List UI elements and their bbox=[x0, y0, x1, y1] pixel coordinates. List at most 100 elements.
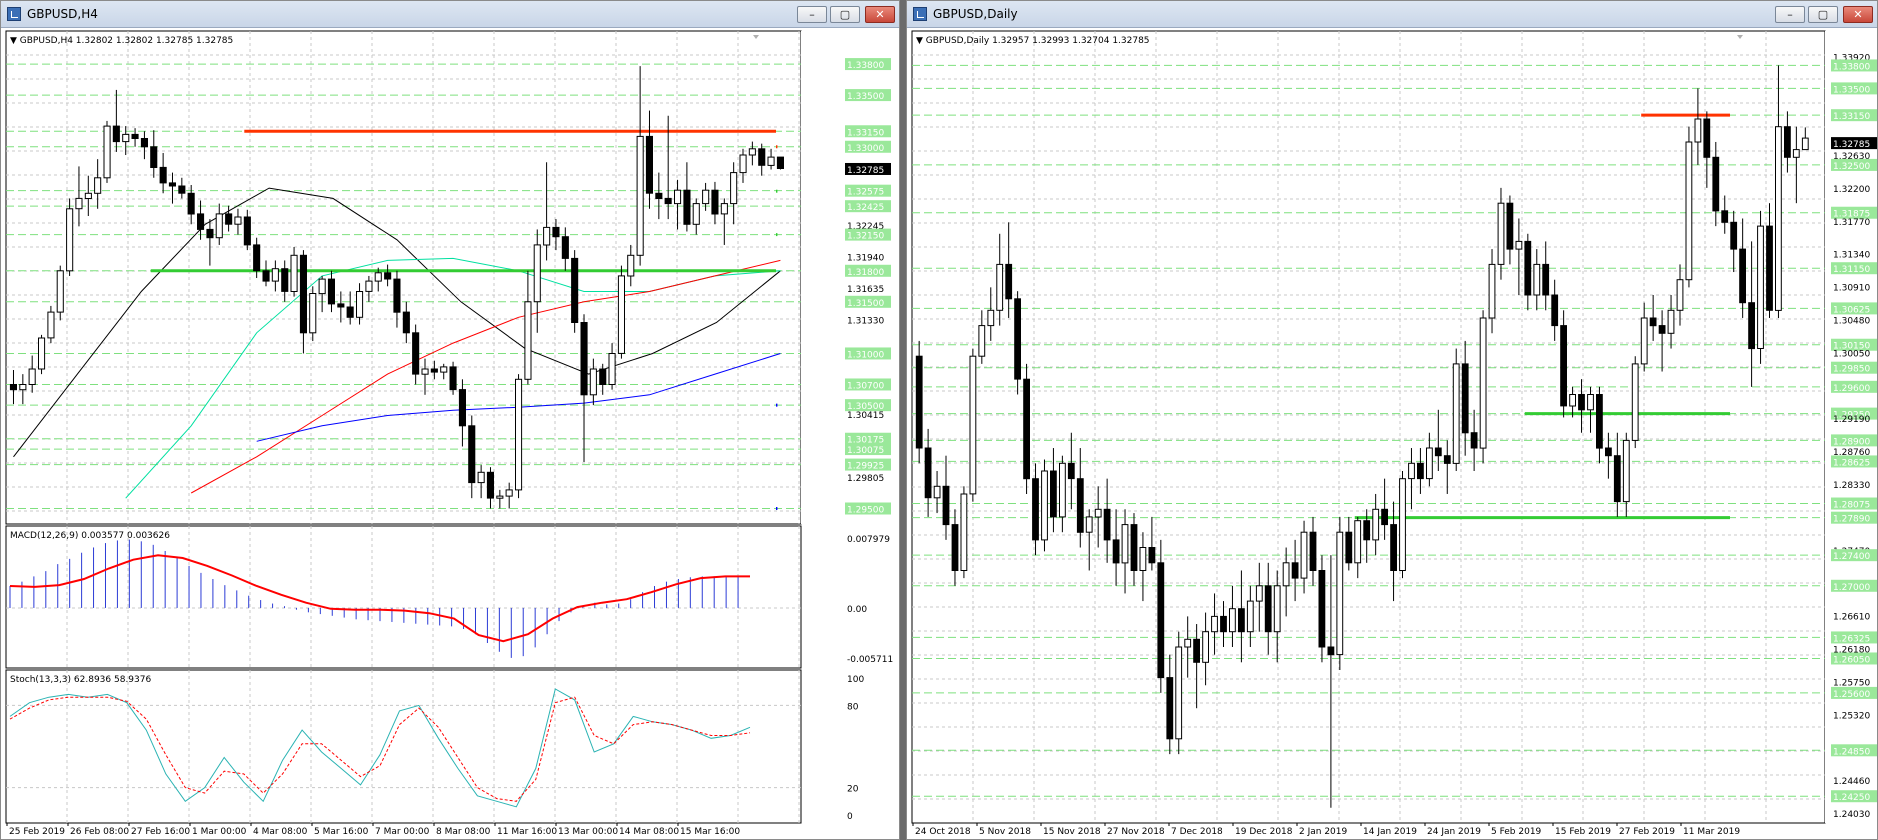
price-tick-label: 1.33150 bbox=[1833, 112, 1870, 122]
candle-bearish bbox=[1363, 520, 1371, 541]
candle-bearish bbox=[1166, 677, 1174, 740]
close-button[interactable]: ✕ bbox=[865, 6, 895, 23]
candle-bearish bbox=[1730, 221, 1738, 250]
stoch-scale-label: 100 bbox=[847, 675, 864, 685]
price-tick-label: 1.33800 bbox=[1833, 62, 1870, 72]
candle-bearish bbox=[1443, 455, 1451, 464]
candle-bearish bbox=[1560, 325, 1568, 407]
candle-bearish bbox=[915, 355, 923, 449]
price-tick-label: 1.27890 bbox=[1833, 515, 1870, 525]
time-axis-label: 11 Mar 16:00 bbox=[497, 827, 557, 837]
time-axis-label: 5 Feb 2019 bbox=[1491, 827, 1542, 837]
candle-bullish bbox=[1515, 240, 1523, 250]
candle-bearish bbox=[1470, 432, 1478, 449]
candle-bullish bbox=[1354, 520, 1362, 564]
h4-chart-area[interactable]: 1.33800 1.33500 1.33150 1.33000 1.32785 1.325… bbox=[1, 27, 899, 839]
price-tick-label: 1.29805 bbox=[847, 474, 884, 484]
candle-bullish bbox=[978, 325, 986, 357]
candle-bearish bbox=[655, 192, 663, 200]
candle-bullish bbox=[1569, 394, 1577, 407]
price-tick-label: 1.32500 bbox=[1833, 162, 1870, 172]
candle-bullish bbox=[543, 226, 551, 246]
candle-bearish bbox=[468, 425, 476, 484]
price-tick-label: 1.31800 bbox=[847, 268, 884, 278]
candle-bearish bbox=[1067, 462, 1075, 480]
chart-window-gbpusd-daily[interactable]: GBPUSD,Daily – ▢ ✕ 1.33920 1.33800 1.33500… bbox=[906, 0, 1878, 840]
time-axis-label: 24 Oct 2018 bbox=[915, 827, 971, 837]
price-tick-label: 1.29190 bbox=[1833, 415, 1870, 425]
candle-bullish bbox=[1085, 516, 1093, 533]
candle-bearish bbox=[402, 311, 410, 334]
candle-bearish bbox=[131, 133, 139, 140]
time-axis-label: 27 Feb 16:00 bbox=[131, 827, 190, 837]
chart-window-icon bbox=[7, 7, 21, 21]
candle-bearish bbox=[1784, 126, 1791, 158]
price-tick-label: 1.28900 bbox=[1833, 437, 1870, 447]
candle-bullish bbox=[1801, 137, 1809, 151]
price-tick-label: 1.33800 bbox=[847, 61, 884, 71]
minimize-button[interactable]: – bbox=[1775, 6, 1805, 23]
chart-header-info: ▼ GBPUSD,H4 1.32802 1.32802 1.32785 1.32… bbox=[10, 36, 233, 46]
maximize-button[interactable]: ▢ bbox=[830, 6, 860, 23]
price-tick-label: 1.28625 bbox=[1833, 458, 1870, 468]
candle-bullish bbox=[1640, 317, 1648, 365]
window-titlebar[interactable]: GBPUSD,H4 – ▢ ✕ bbox=[1, 1, 899, 28]
candle-bearish bbox=[1658, 325, 1666, 334]
candle-bullish bbox=[1452, 363, 1460, 464]
macd-label: MACD(12,26,9) 0.003577 0.003626 bbox=[10, 531, 170, 541]
price-tick-label: 1.32785 bbox=[1833, 140, 1870, 150]
price-tick-label: 1.29850 bbox=[1833, 365, 1870, 375]
candle-bullish bbox=[1041, 470, 1048, 541]
candle-bullish bbox=[608, 353, 616, 385]
candle-bullish bbox=[84, 192, 92, 200]
price-tick-label: 1.33500 bbox=[847, 92, 884, 102]
candle-bearish bbox=[1739, 248, 1747, 304]
stoch-panel bbox=[5, 669, 802, 824]
price-tick-label: 1.30625 bbox=[1833, 305, 1870, 315]
price-tick-label: 1.24250 bbox=[1833, 793, 1870, 803]
candle-bullish bbox=[1426, 447, 1433, 480]
chart-window-gbpusd-h4[interactable]: GBPUSD,H4 – ▢ ✕ 1.33800 1.33500 1.33150 1.3… bbox=[0, 0, 900, 840]
close-button[interactable]: ✕ bbox=[1843, 6, 1873, 23]
chart-header-info: ▼ GBPUSD,Daily 1.32957 1.32993 1.32704 1… bbox=[916, 36, 1150, 46]
candle-bearish bbox=[159, 166, 167, 184]
candle-bearish bbox=[580, 322, 588, 396]
candle-bearish bbox=[1327, 646, 1335, 656]
candle-bullish bbox=[1497, 202, 1505, 265]
candle-bearish bbox=[1345, 531, 1353, 564]
price-tick-label: 1.24030 bbox=[1833, 810, 1870, 820]
candle-bullish bbox=[374, 272, 382, 282]
candle-bearish bbox=[1703, 118, 1711, 158]
candle-bearish bbox=[486, 471, 494, 499]
candle-bearish bbox=[458, 389, 466, 427]
candle-bullish bbox=[421, 368, 429, 375]
window-titlebar[interactable]: GBPUSD,Daily – ▢ ✕ bbox=[907, 1, 1877, 28]
candle-bearish bbox=[1076, 478, 1084, 533]
minimize-button[interactable]: – bbox=[797, 6, 827, 23]
time-axis-label: 15 Mar 16:00 bbox=[680, 827, 740, 837]
candle-bullish bbox=[987, 309, 995, 327]
candle-bullish bbox=[1336, 531, 1344, 656]
time-axis-label: 13 Mar 00:00 bbox=[558, 827, 618, 837]
candle-bullish bbox=[440, 366, 448, 373]
daily-chart-area[interactable]: 1.339201.338001.335001.331501.327851.326… bbox=[907, 27, 1877, 839]
candle-bullish bbox=[720, 203, 728, 215]
candle-bullish bbox=[969, 355, 977, 495]
time-axis-label: 24 Jan 2019 bbox=[1427, 827, 1481, 837]
time-axis-label: 7 Dec 2018 bbox=[1171, 827, 1223, 837]
time-axis-label: 25 Feb 2019 bbox=[9, 827, 65, 837]
candle-bullish bbox=[1622, 439, 1630, 503]
candle-bearish bbox=[337, 303, 345, 308]
price-tick-label: 1.31635 bbox=[847, 285, 884, 295]
candle-bullish bbox=[309, 293, 317, 334]
candle-bearish bbox=[112, 125, 120, 143]
candle-bullish bbox=[1255, 585, 1263, 602]
candle-bullish bbox=[1399, 478, 1406, 572]
candle-bearish bbox=[1542, 263, 1550, 296]
maximize-button[interactable]: ▢ bbox=[1808, 6, 1838, 23]
price-tick-label: 1.26325 bbox=[1833, 634, 1870, 644]
candle-bearish bbox=[253, 244, 261, 272]
candle-bullish bbox=[271, 268, 279, 282]
candle-bullish bbox=[1282, 562, 1290, 587]
macd-scale-label: 0.00 bbox=[847, 605, 867, 615]
